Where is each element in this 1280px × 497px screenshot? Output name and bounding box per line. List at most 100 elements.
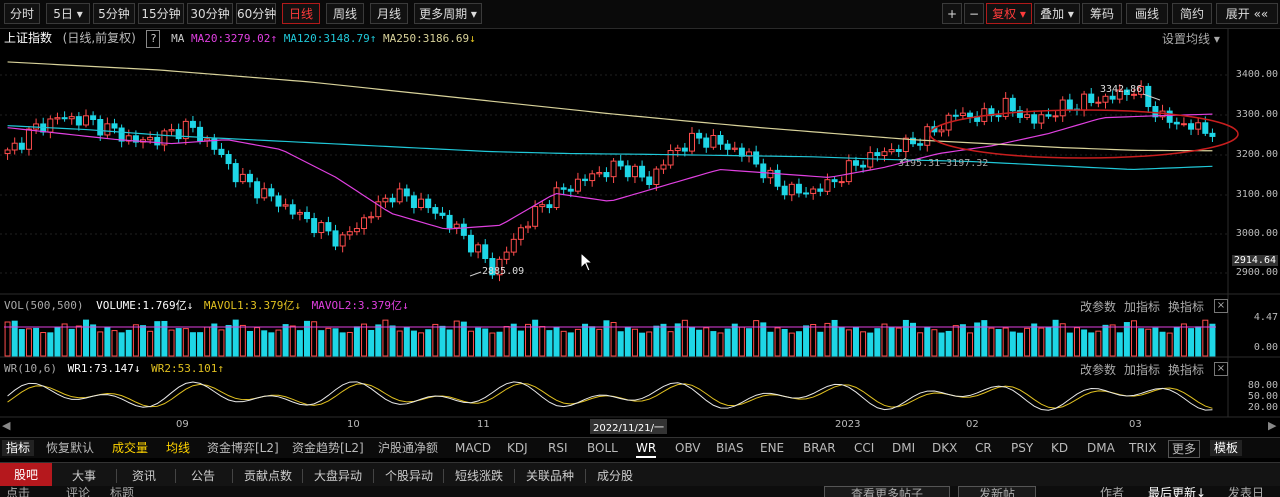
candle-body bbox=[261, 188, 268, 199]
tab-short-term[interactable]: 短线涨跌 bbox=[455, 467, 503, 484]
indicator-bias[interactable]: BIAS bbox=[716, 440, 744, 456]
tab-guba[interactable]: 股吧 bbox=[0, 463, 53, 487]
candle-body bbox=[860, 164, 867, 168]
tab-contribution[interactable]: 贡献点数 bbox=[244, 467, 292, 484]
candle-body bbox=[959, 112, 966, 117]
indicator-volume[interactable]: 成交量 bbox=[112, 440, 148, 456]
indicator-obv[interactable]: OBV bbox=[675, 440, 701, 456]
volume-bar bbox=[132, 324, 139, 357]
tab-news[interactable]: 资讯 bbox=[132, 467, 156, 484]
candle-body bbox=[296, 211, 303, 215]
tab-constituents[interactable]: 成分股 bbox=[597, 467, 633, 484]
vol-axis-tick: 0.00 bbox=[1253, 342, 1278, 353]
indicator-ene[interactable]: ENE bbox=[760, 440, 784, 456]
indicator-dma[interactable]: DMA bbox=[1087, 440, 1115, 456]
vol-add-indicator-button[interactable]: 加指标 bbox=[1124, 298, 1160, 315]
volume-bar bbox=[688, 326, 695, 357]
volume-bar bbox=[881, 323, 888, 357]
candle-body bbox=[111, 123, 118, 129]
candle-body bbox=[510, 238, 517, 253]
indicator-dmi[interactable]: DMI bbox=[892, 440, 915, 456]
tab-divider bbox=[175, 469, 176, 483]
wr-switch-indicator-button[interactable]: 换指标 bbox=[1168, 361, 1204, 378]
volume-bar bbox=[738, 326, 745, 357]
vol-change-params-button[interactable]: 改参数 bbox=[1080, 298, 1116, 315]
price-tick: 3200.00 bbox=[1235, 149, 1278, 160]
indicator-dkx[interactable]: DKX bbox=[932, 440, 957, 456]
scroll-right-icon[interactable]: ▶ bbox=[1268, 419, 1276, 432]
vol-close-icon[interactable]: × bbox=[1214, 299, 1228, 313]
volume-bar bbox=[1066, 332, 1073, 357]
template-button[interactable]: 模板 bbox=[1210, 440, 1243, 456]
wr-legend: WR(10,6) WR1:73.147↓ WR2:53.101↑ bbox=[4, 361, 224, 377]
wr-close-icon[interactable]: × bbox=[1214, 362, 1228, 376]
new-post-button[interactable]: 发新帖 bbox=[958, 486, 1037, 497]
indicator-kdj[interactable]: KDJ bbox=[507, 440, 528, 456]
candle-body bbox=[917, 143, 924, 146]
col-author[interactable]: 作者 bbox=[1100, 486, 1124, 497]
scroll-left-icon[interactable]: ◀ bbox=[2, 419, 10, 432]
tab-stock-moves[interactable]: 个股异动 bbox=[385, 467, 433, 484]
volume-bar bbox=[1016, 332, 1023, 357]
col-title[interactable]: 标题 bbox=[110, 486, 134, 497]
volume-bar bbox=[275, 329, 282, 357]
indicator-trix[interactable]: TRIX bbox=[1129, 440, 1156, 456]
x-tick: 09 bbox=[176, 419, 189, 430]
candle-body bbox=[25, 128, 32, 150]
volume-bar bbox=[61, 323, 68, 357]
wr-change-params-button[interactable]: 改参数 bbox=[1080, 361, 1116, 378]
more-indicators-button[interactable]: 更多 bbox=[1168, 440, 1201, 458]
indicator-northbound[interactable]: 沪股通净额 bbox=[378, 440, 438, 456]
wr-add-indicator-button[interactable]: 加指标 bbox=[1124, 361, 1160, 378]
candle-body bbox=[795, 183, 802, 194]
indicator-macd[interactable]: MACD bbox=[455, 440, 491, 456]
candle-body bbox=[82, 115, 89, 126]
volume-bar bbox=[553, 327, 560, 357]
reset-default-button[interactable]: 恢复默认 bbox=[46, 440, 94, 456]
indicator-tab-label[interactable]: 指标 bbox=[2, 440, 35, 456]
candle-body bbox=[1059, 99, 1066, 117]
indicator-psy[interactable]: PSY bbox=[1011, 440, 1033, 456]
col-clicks[interactable]: 点击 bbox=[6, 486, 30, 497]
indicator-brar[interactable]: BRAR bbox=[803, 440, 836, 456]
col-comments[interactable]: 评论 bbox=[66, 486, 90, 497]
volume-bar bbox=[346, 331, 353, 357]
indicator-cci[interactable]: CCI bbox=[854, 440, 874, 456]
tab-related[interactable]: 关联品种 bbox=[526, 467, 574, 484]
indicator-ma[interactable]: 均线 bbox=[166, 440, 190, 456]
col-last-update[interactable]: 最后更新↓ bbox=[1148, 486, 1206, 497]
indicator-wr[interactable]: WR bbox=[636, 440, 657, 458]
indicator-cr[interactable]: CR bbox=[975, 440, 992, 456]
volume-bar bbox=[1152, 327, 1159, 357]
tab-market-moves[interactable]: 大盘异动 bbox=[314, 467, 362, 484]
candle-body bbox=[97, 119, 104, 136]
candle-body bbox=[824, 179, 831, 192]
candle-body bbox=[1088, 93, 1095, 103]
indicator-rsi[interactable]: RSI bbox=[548, 440, 568, 456]
candle-body bbox=[631, 165, 638, 178]
volume-bar bbox=[753, 320, 760, 357]
candle-body bbox=[232, 163, 239, 183]
volume-bar bbox=[25, 328, 32, 357]
candle-body bbox=[589, 173, 596, 182]
tab-events[interactable]: 大事 bbox=[72, 467, 96, 484]
more-posts-button[interactable]: 查看更多帖子 bbox=[824, 486, 951, 497]
candle-body bbox=[11, 142, 18, 151]
candle-body bbox=[539, 204, 546, 208]
candle-body bbox=[731, 147, 738, 150]
wr2-value: WR2:53.101 bbox=[151, 362, 218, 375]
indicator-capital-trend[interactable]: 资金趋势[L2] bbox=[292, 440, 364, 456]
indicator-capital-game[interactable]: 资金博弈[L2] bbox=[207, 440, 279, 456]
volume-bar bbox=[54, 326, 61, 357]
volume-bar bbox=[475, 327, 482, 357]
col-post-date[interactable]: 发表日 bbox=[1228, 486, 1264, 497]
indicator-boll[interactable]: BOLL bbox=[587, 440, 618, 456]
last-price-tag: 2914.64 bbox=[1231, 255, 1278, 266]
indicator-kd[interactable]: KD bbox=[1051, 440, 1068, 456]
volume-bar bbox=[788, 332, 795, 357]
candle-body bbox=[311, 218, 318, 234]
vol-switch-indicator-button[interactable]: 换指标 bbox=[1168, 298, 1204, 315]
volume-bar bbox=[325, 327, 332, 357]
tab-announcements[interactable]: 公告 bbox=[191, 467, 215, 484]
volume-bar bbox=[952, 325, 959, 357]
